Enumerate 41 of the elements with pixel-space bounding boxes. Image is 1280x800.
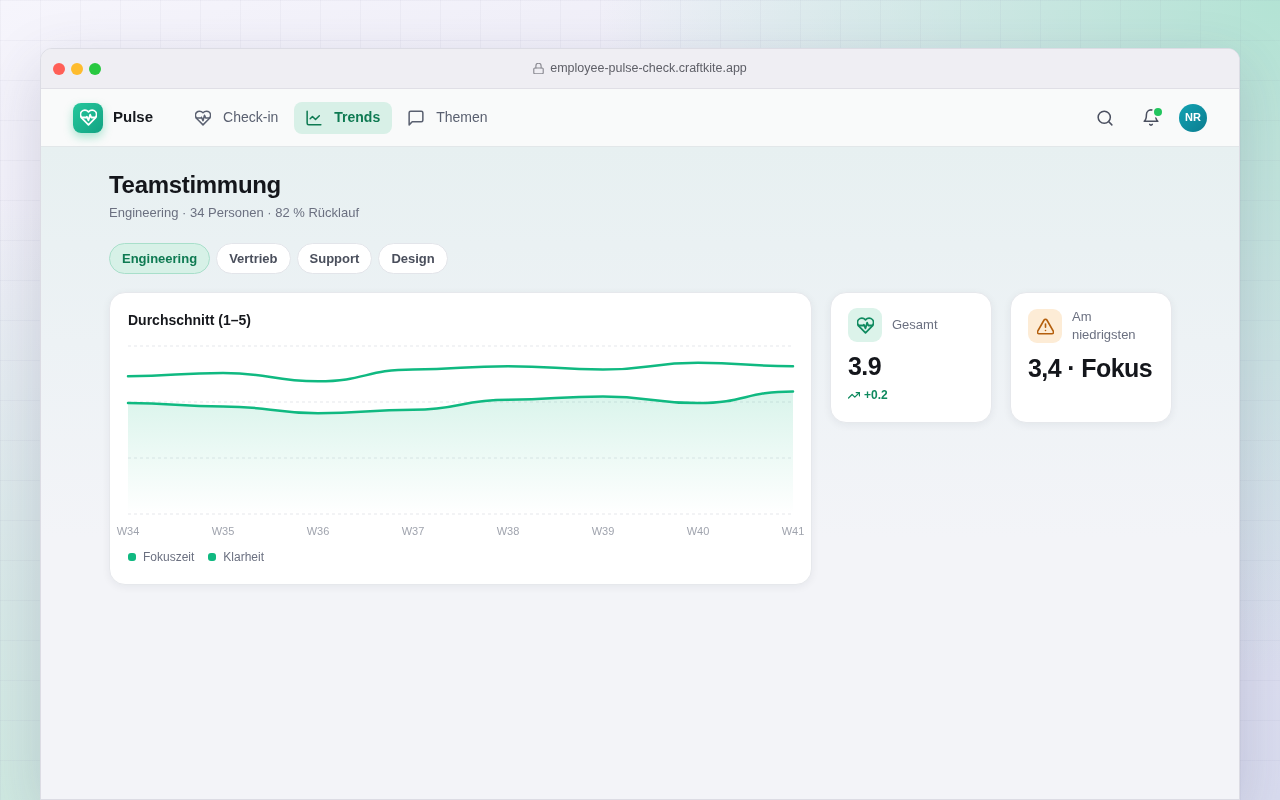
filter-chip[interactable]: Design	[378, 243, 448, 274]
x-axis-label: W36	[306, 524, 330, 539]
filter-chip[interactable]: Vertrieb	[216, 243, 291, 274]
nav-tab[interactable]: Trends	[294, 101, 393, 134]
nav-tab[interactable]: Themen	[396, 101, 500, 134]
x-axis-label: W35	[211, 524, 235, 539]
legend-label: Fokuszeit	[143, 549, 195, 565]
trending-up-icon	[848, 389, 860, 401]
x-axis-label: W34	[116, 524, 140, 539]
avatar[interactable]: NR	[1179, 103, 1207, 132]
x-axis-label: W41	[781, 524, 805, 539]
filter-chip[interactable]: Engineering	[109, 243, 211, 274]
legend-label: Klarheit	[223, 549, 265, 565]
speech-bubble-icon	[408, 109, 425, 126]
heart-pulse-icon	[195, 109, 212, 126]
maximize-button[interactable]	[89, 62, 101, 75]
search-icon	[1097, 109, 1113, 126]
filter-chip[interactable]: Support	[296, 243, 373, 274]
chart-title: Durchschnitt (1–5)	[128, 311, 252, 330]
stat-label: Gesamt	[892, 316, 939, 334]
bell-icon	[1143, 109, 1159, 126]
warning-icon	[1028, 309, 1062, 343]
x-axis-label: W37	[401, 524, 425, 539]
heart-pulse-icon	[848, 308, 882, 342]
x-axis-label: W40	[686, 524, 710, 539]
logo-icon	[73, 102, 103, 133]
line-chart-icon	[306, 109, 323, 126]
stat-change: +0.2	[864, 387, 888, 403]
x-axis-label: W39	[591, 524, 615, 539]
close-button[interactable]	[53, 62, 65, 75]
nav-tab[interactable]: Check-in	[183, 101, 291, 134]
app-name: Pulse	[113, 107, 154, 128]
page-subtitle: Engineering · 34 Personen · 82 % Rücklauf	[109, 204, 361, 222]
x-axis-label: W38	[496, 524, 520, 539]
stat-label: Am niedrigsten	[1072, 308, 1137, 344]
minimize-button[interactable]	[71, 62, 83, 75]
lock-icon	[533, 63, 545, 74]
stat-value: 3,4 · Fokus	[1028, 353, 1152, 384]
page-title: Teamstimmung	[109, 170, 282, 200]
url-text: employee-pulse-check.craftkite.app	[550, 60, 747, 78]
stat-value: 3.9	[848, 351, 881, 382]
